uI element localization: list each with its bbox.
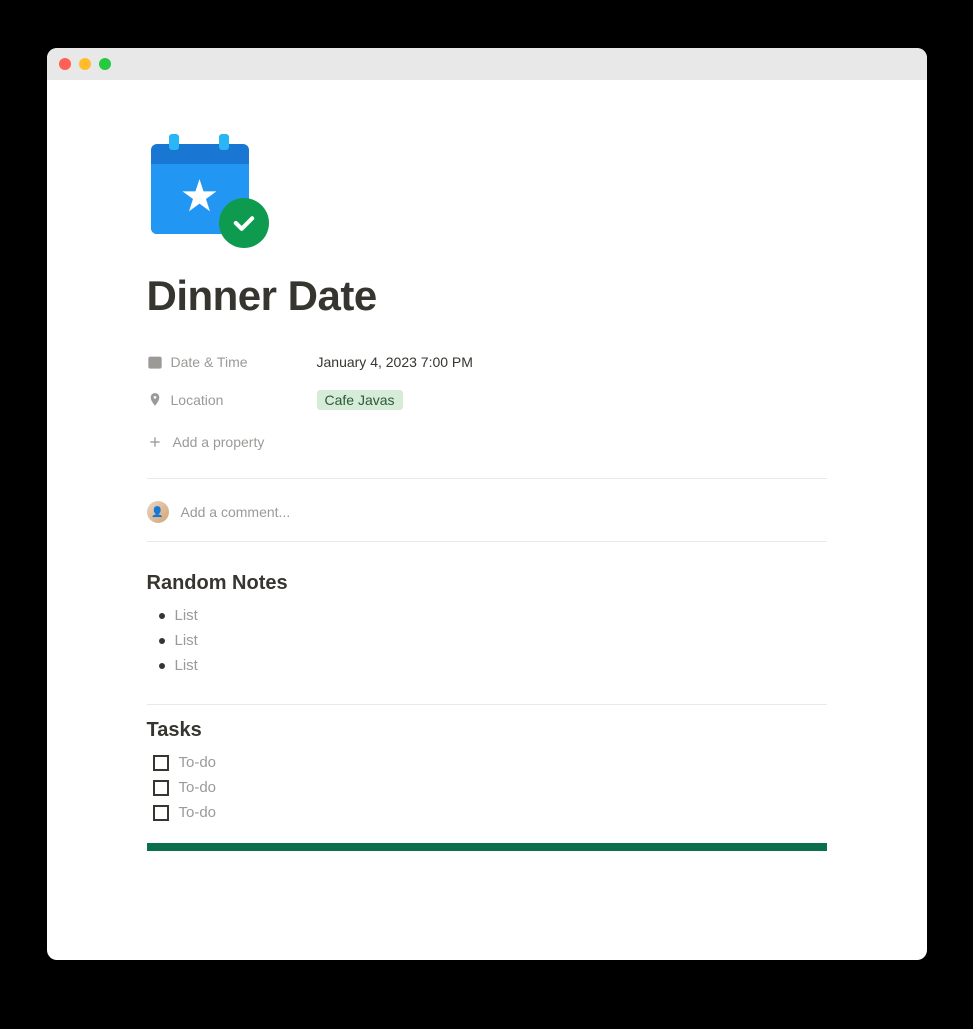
window-minimize-button[interactable] bbox=[79, 58, 91, 70]
todo-item[interactable]: To-do bbox=[147, 750, 827, 775]
list-item-text: List bbox=[175, 657, 198, 674]
property-label-text: Date & Time bbox=[171, 354, 248, 370]
tasks-heading[interactable]: Tasks bbox=[147, 719, 827, 742]
property-label: Location bbox=[147, 392, 317, 408]
avatar: 👤 bbox=[147, 501, 169, 523]
location-pin-icon bbox=[147, 392, 163, 408]
todo-item[interactable]: To-do bbox=[147, 800, 827, 825]
accent-bar bbox=[147, 843, 827, 851]
divider bbox=[147, 478, 827, 479]
star-icon: ★ bbox=[180, 175, 219, 219]
comment-row[interactable]: 👤 Add a comment... bbox=[147, 495, 827, 542]
calendar-icon bbox=[147, 354, 163, 370]
list-item[interactable]: List bbox=[147, 628, 827, 653]
window-close-button[interactable] bbox=[59, 58, 71, 70]
calendar-ring bbox=[219, 134, 229, 150]
add-property-label: Add a property bbox=[173, 434, 265, 450]
check-badge-icon bbox=[219, 198, 269, 248]
todo-item-text: To-do bbox=[179, 804, 217, 821]
list-item-text: List bbox=[175, 607, 198, 624]
page-title[interactable]: Dinner Date bbox=[147, 272, 827, 320]
comment-input-placeholder[interactable]: Add a comment... bbox=[181, 504, 827, 520]
page-content: ★ Dinner Date Date & Time January 4, 202… bbox=[47, 80, 927, 960]
todo-item-text: To-do bbox=[179, 779, 217, 796]
property-value-location[interactable]: Cafe Javas bbox=[317, 390, 403, 410]
divider bbox=[147, 704, 827, 705]
list-item-text: List bbox=[175, 632, 198, 649]
list-item[interactable]: List bbox=[147, 653, 827, 678]
property-label: Date & Time bbox=[147, 354, 317, 370]
bullet-icon bbox=[159, 663, 165, 669]
bullet-icon bbox=[159, 613, 165, 619]
property-value-date-time[interactable]: January 4, 2023 7:00 PM bbox=[317, 354, 473, 370]
plus-icon bbox=[147, 434, 163, 450]
checkbox[interactable] bbox=[153, 805, 169, 821]
window-maximize-button[interactable] bbox=[99, 58, 111, 70]
property-label-text: Location bbox=[171, 392, 224, 408]
list-item[interactable]: List bbox=[147, 603, 827, 628]
add-property-button[interactable]: Add a property bbox=[147, 424, 827, 460]
tasks-list: To-do To-do To-do bbox=[147, 750, 827, 825]
property-row-date-time[interactable]: Date & Time January 4, 2023 7:00 PM bbox=[147, 344, 827, 380]
notes-heading[interactable]: Random Notes bbox=[147, 572, 827, 595]
todo-item-text: To-do bbox=[179, 754, 217, 771]
bullet-icon bbox=[159, 638, 165, 644]
todo-item[interactable]: To-do bbox=[147, 775, 827, 800]
location-tag: Cafe Javas bbox=[317, 390, 403, 410]
titlebar bbox=[47, 48, 927, 80]
property-row-location[interactable]: Location Cafe Javas bbox=[147, 382, 827, 418]
window: ★ Dinner Date Date & Time January 4, 202… bbox=[47, 48, 927, 960]
page-icon[interactable]: ★ bbox=[151, 130, 263, 242]
notes-list: List List List bbox=[147, 603, 827, 678]
checkbox[interactable] bbox=[153, 780, 169, 796]
calendar-ring bbox=[169, 134, 179, 150]
checkbox[interactable] bbox=[153, 755, 169, 771]
properties-list: Date & Time January 4, 2023 7:00 PM Loca… bbox=[147, 344, 827, 460]
